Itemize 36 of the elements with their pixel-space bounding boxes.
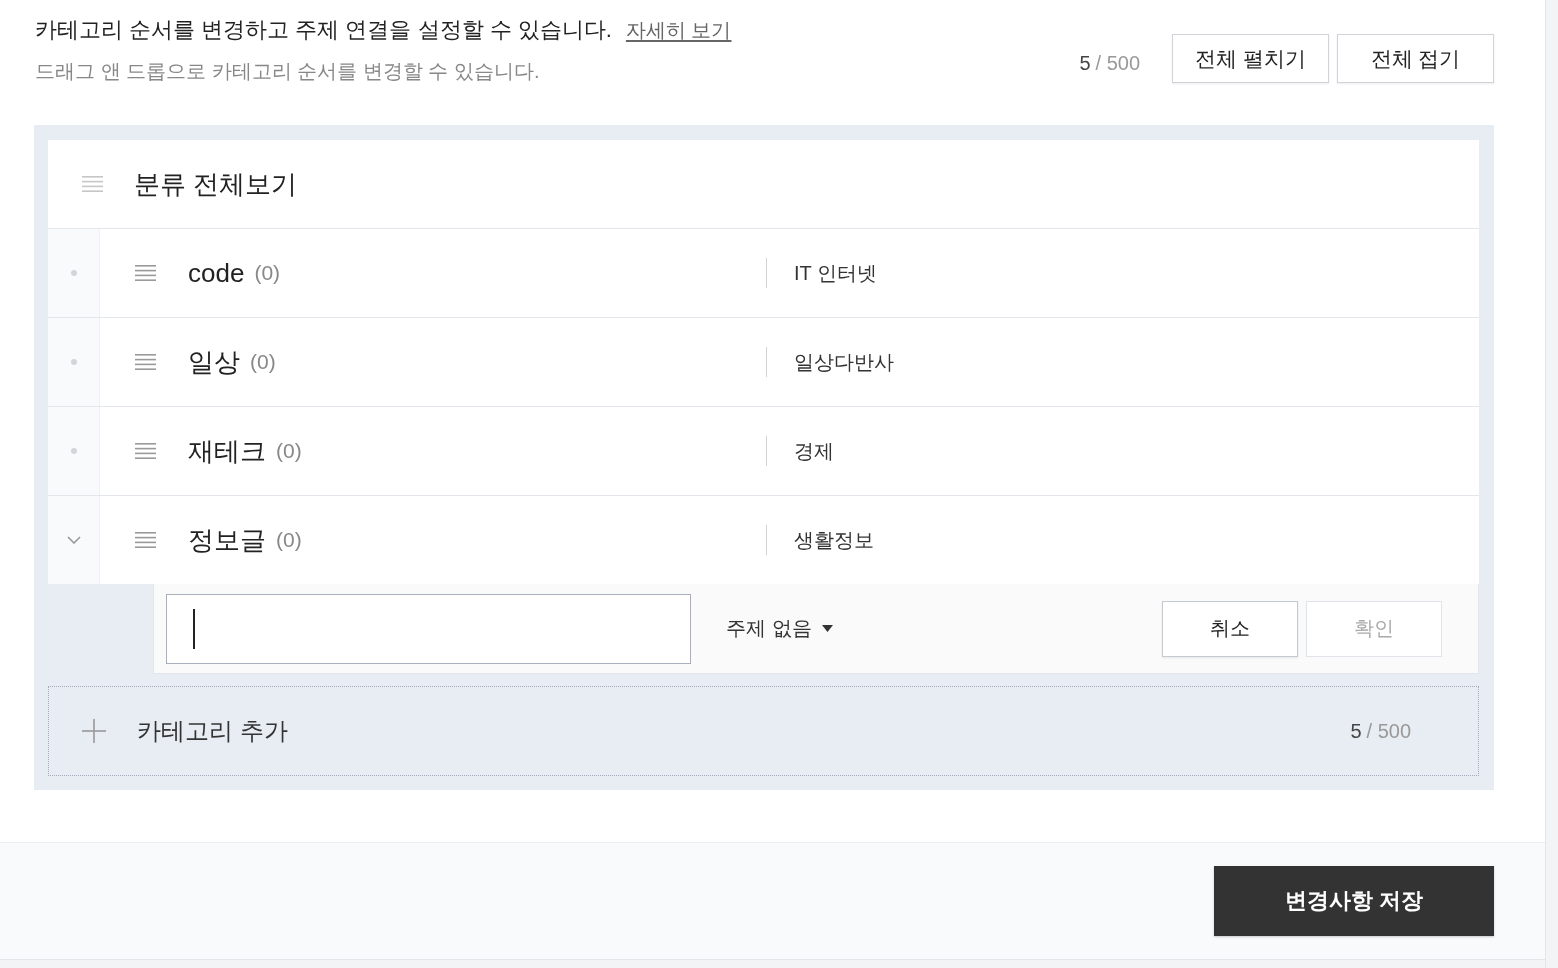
cancel-button[interactable]: 취소 <box>1162 600 1298 657</box>
category-name: 재테크 <box>188 434 266 468</box>
topic-dropdown[interactable]: 주제 없음 <box>726 615 833 642</box>
save-changes-button[interactable]: 변경사항 저장 <box>1214 866 1494 936</box>
add-category-label: 카테고리 추가 <box>137 716 288 746</box>
category-name: code <box>188 257 245 289</box>
drag-handle-icon[interactable] <box>135 354 156 370</box>
post-count: (0) <box>254 261 281 285</box>
category-name: 정보글 <box>188 523 266 557</box>
category-count: 5 <box>1350 719 1362 743</box>
collapse-all-button[interactable]: 전체 접기 <box>1337 34 1494 83</box>
add-category-row[interactable]: 카테고리 추가 5 / 500 <box>48 686 1479 776</box>
post-count: (0) <box>250 350 276 374</box>
input-field[interactable] <box>166 593 691 664</box>
drag-handle-icon[interactable] <box>135 532 156 548</box>
topic-label: 일상다반사 <box>794 349 894 375</box>
caret-icon <box>821 625 833 632</box>
expand-all-button[interactable]: 전체 펼치기 <box>1172 34 1329 83</box>
hint-text: 드래그 앤 드롭으로 카테고리 순서를 변경할 수 있습니다. <box>35 59 541 84</box>
topic-label: 경제 <box>794 438 834 464</box>
category-name: 일상 <box>188 345 240 379</box>
drag-handle-icon[interactable] <box>135 443 156 459</box>
chevron-down-icon[interactable] <box>66 536 81 544</box>
root-category-label: 분류 전체보기 <box>134 167 298 201</box>
drag-handle-icon[interactable] <box>135 265 156 281</box>
help-link[interactable]: 자세히 보기 <box>625 12 732 48</box>
category-limit: / 500 <box>1366 719 1411 743</box>
topic-label: IT 인터넷 <box>794 260 877 286</box>
topic-label: 생활정보 <box>794 527 874 553</box>
post-count: (0) <box>276 439 302 463</box>
description-text: 카테고리 순서를 변경하고 주제 연결을 설정할 수 있습니다. <box>35 16 612 44</box>
drag-handle-icon[interactable] <box>82 176 103 192</box>
category-count: 5 <box>1079 52 1091 75</box>
post-count: (0) <box>276 528 302 552</box>
plus-icon <box>82 719 106 743</box>
category-limit: / 500 <box>1095 52 1140 75</box>
